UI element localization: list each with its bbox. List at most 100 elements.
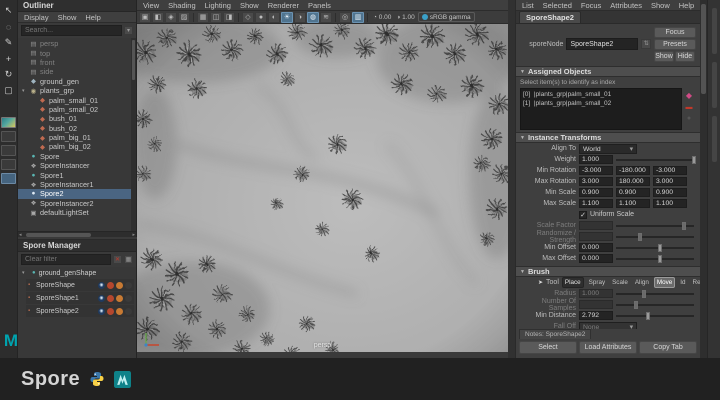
four-pane-layout-icon[interactable]	[1, 145, 16, 156]
shadows-icon[interactable]: ◑	[294, 12, 306, 23]
outliner-menu-help[interactable]: Help	[85, 13, 100, 22]
paint-select-tool-icon[interactable]: ✎	[2, 36, 15, 49]
assigned-objects-list[interactable]: [0] |plants_grp|palm_small_01 [1] |plant…	[520, 88, 682, 130]
viewport-canvas[interactable]	[137, 24, 508, 352]
node-name-input[interactable]	[566, 38, 638, 50]
spore-manager-row-sporeshape2[interactable]: ▪SporeShape2◉	[26, 305, 134, 317]
camera-lock-icon[interactable]: ▣	[139, 12, 151, 23]
notes-label[interactable]: Notes: SporeShape2	[519, 329, 591, 339]
sidebar-tab-tool-settings[interactable]	[712, 62, 717, 108]
node-swatch-icon[interactable]: ⇅	[641, 39, 651, 49]
spore-manager-filter-input[interactable]	[21, 254, 111, 265]
section-header-brush[interactable]: ▼Brush	[516, 266, 700, 277]
value-field[interactable]: 0.900	[616, 188, 650, 197]
isolate-select-icon[interactable]: ◎	[339, 12, 351, 23]
clear-filter-icon[interactable]: ✕	[113, 255, 122, 264]
select-tool-icon[interactable]: ↖	[2, 4, 15, 17]
active-scene-thumbnail[interactable]	[1, 117, 16, 128]
status-orange-icon[interactable]	[116, 282, 123, 289]
exposure-value[interactable]: ◔ 0.00	[371, 14, 393, 21]
tool-id-button[interactable]: Id	[678, 278, 687, 287]
slider[interactable]	[616, 254, 696, 263]
slider[interactable]	[616, 311, 696, 320]
value-field[interactable]: 0.900	[579, 188, 613, 197]
tool-place-button[interactable]: Place	[562, 277, 584, 288]
attribute-editor-menu-focus[interactable]: Focus	[581, 1, 601, 10]
value-field[interactable]: 1.100	[579, 199, 613, 208]
split-pane-layout-icon[interactable]	[1, 159, 16, 170]
attribute-editor-menu-attributes[interactable]: Attributes	[610, 1, 642, 10]
spore-manager-root-row[interactable]: ▾ ● ground_genShape	[18, 267, 136, 278]
outliner-item-spore1[interactable]: ●Spore1	[18, 170, 136, 179]
fall-off-dropdown[interactable]: None▾	[579, 322, 637, 330]
sidebar-tab-channel-box[interactable]	[712, 116, 717, 162]
focus-button[interactable]: Focus	[654, 27, 696, 38]
outliner-item-palm_big_01[interactable]: ◆palm_big_01	[18, 133, 136, 142]
outliner-vertical-scrollbar[interactable]	[131, 38, 136, 231]
outliner-item-top[interactable]: ▤top	[18, 48, 136, 57]
scale-tool-icon[interactable]: ▢	[2, 84, 15, 97]
outliner-search-input[interactable]	[21, 25, 122, 36]
viewport-menu-shading[interactable]: Shading	[168, 1, 196, 10]
section-header-instance-transforms[interactable]: ▼Instance Transforms	[516, 132, 700, 143]
camera-attributes-icon[interactable]: ◧	[152, 12, 164, 23]
hide-button[interactable]: Hide	[675, 51, 695, 62]
tab-sporeshape2[interactable]: SporeShape2	[519, 11, 581, 23]
value-field[interactable]: -3.000	[653, 166, 687, 175]
panel-divider[interactable]	[508, 0, 515, 358]
bookmark-icon[interactable]: ◈	[165, 12, 177, 23]
tool-move-button[interactable]: Move	[654, 277, 675, 288]
outliner-item-palm_small_01[interactable]: ◆palm_small_01	[18, 95, 136, 104]
value-field[interactable]: 180.000	[616, 177, 650, 186]
motion-blur-icon[interactable]: ≋	[320, 12, 332, 23]
spore-manager-row-sporeshape[interactable]: ▪SporeShape◉	[26, 279, 134, 291]
outliner-item-front[interactable]: ▤front	[18, 58, 136, 67]
tool-spray-button[interactable]: Spray	[587, 278, 607, 287]
value-field[interactable]: 0.000	[579, 243, 613, 252]
resolution-gate-icon[interactable]: ◨	[223, 12, 235, 23]
window-icon[interactable]: ▦	[124, 255, 133, 264]
value-field[interactable]: -180.000	[616, 166, 650, 175]
outliner-menu-display[interactable]: Display	[24, 13, 49, 22]
outliner-item-sporeinstancer[interactable]: ❖SporeInstancer	[18, 161, 136, 170]
lasso-tool-icon[interactable]: ◌	[2, 20, 15, 33]
outliner-item-spore2[interactable]: ●Spore2	[18, 189, 136, 198]
value-field[interactable]: 0.900	[653, 188, 687, 197]
settings-icon[interactable]	[125, 295, 132, 302]
value-field[interactable]: 1.100	[653, 199, 687, 208]
viewport-menu-panels[interactable]: Panels	[308, 1, 331, 10]
attribute-editor-scrollbar[interactable]	[700, 0, 707, 358]
value-field[interactable]: 1.100	[616, 199, 650, 208]
outliner-item-bush_02[interactable]: ◆bush_02	[18, 124, 136, 133]
filter-icon[interactable]: ▾	[124, 26, 133, 35]
value-field[interactable]: 3.000	[579, 177, 613, 186]
viewport-menu-lighting[interactable]: Lighting	[205, 1, 231, 10]
occlusion-icon[interactable]: ◍	[307, 12, 319, 23]
move-tool-icon[interactable]: +	[2, 52, 15, 65]
slider[interactable]	[616, 155, 696, 164]
load-attributes-button[interactable]: Load Attributes	[579, 341, 637, 354]
value-field[interactable]: -3.000	[579, 166, 613, 175]
slider-handle[interactable]	[658, 255, 662, 263]
attribute-editor-menu-selected[interactable]: Selected	[543, 1, 572, 10]
align-to-dropdown[interactable]: World▾	[579, 144, 637, 154]
value-field[interactable]: 0.000	[579, 254, 613, 263]
status-red-icon[interactable]	[107, 295, 114, 302]
eye-icon[interactable]: ◉	[98, 308, 105, 315]
settings-icon[interactable]	[125, 308, 132, 315]
textured-icon[interactable]: ◐	[268, 12, 280, 23]
slider-handle[interactable]	[646, 312, 650, 320]
wireframe-icon[interactable]: ◇	[242, 12, 254, 23]
outliner-item-plants_grp[interactable]: ▾◉plants_grp	[18, 86, 136, 95]
sidebar-tab-attribute-editor[interactable]	[712, 8, 717, 54]
rotate-tool-icon[interactable]: ↻	[2, 68, 15, 81]
tool-remove-button[interactable]: Remove	[691, 278, 700, 287]
lighting-icon[interactable]: ☀	[281, 12, 293, 23]
spore-manager-row-sporeshape1[interactable]: ▪SporeShape1◉	[26, 292, 134, 304]
attribute-editor-menu-help[interactable]: Help	[679, 1, 694, 10]
outliner-horizontal-scrollbar[interactable]: ◂▸	[18, 231, 136, 237]
outliner-item-side[interactable]: ▤side	[18, 67, 136, 76]
image-plane-icon[interactable]: ▨	[178, 12, 190, 23]
viewport-menu-show[interactable]: Show	[240, 1, 259, 10]
settings-icon[interactable]	[125, 282, 132, 289]
